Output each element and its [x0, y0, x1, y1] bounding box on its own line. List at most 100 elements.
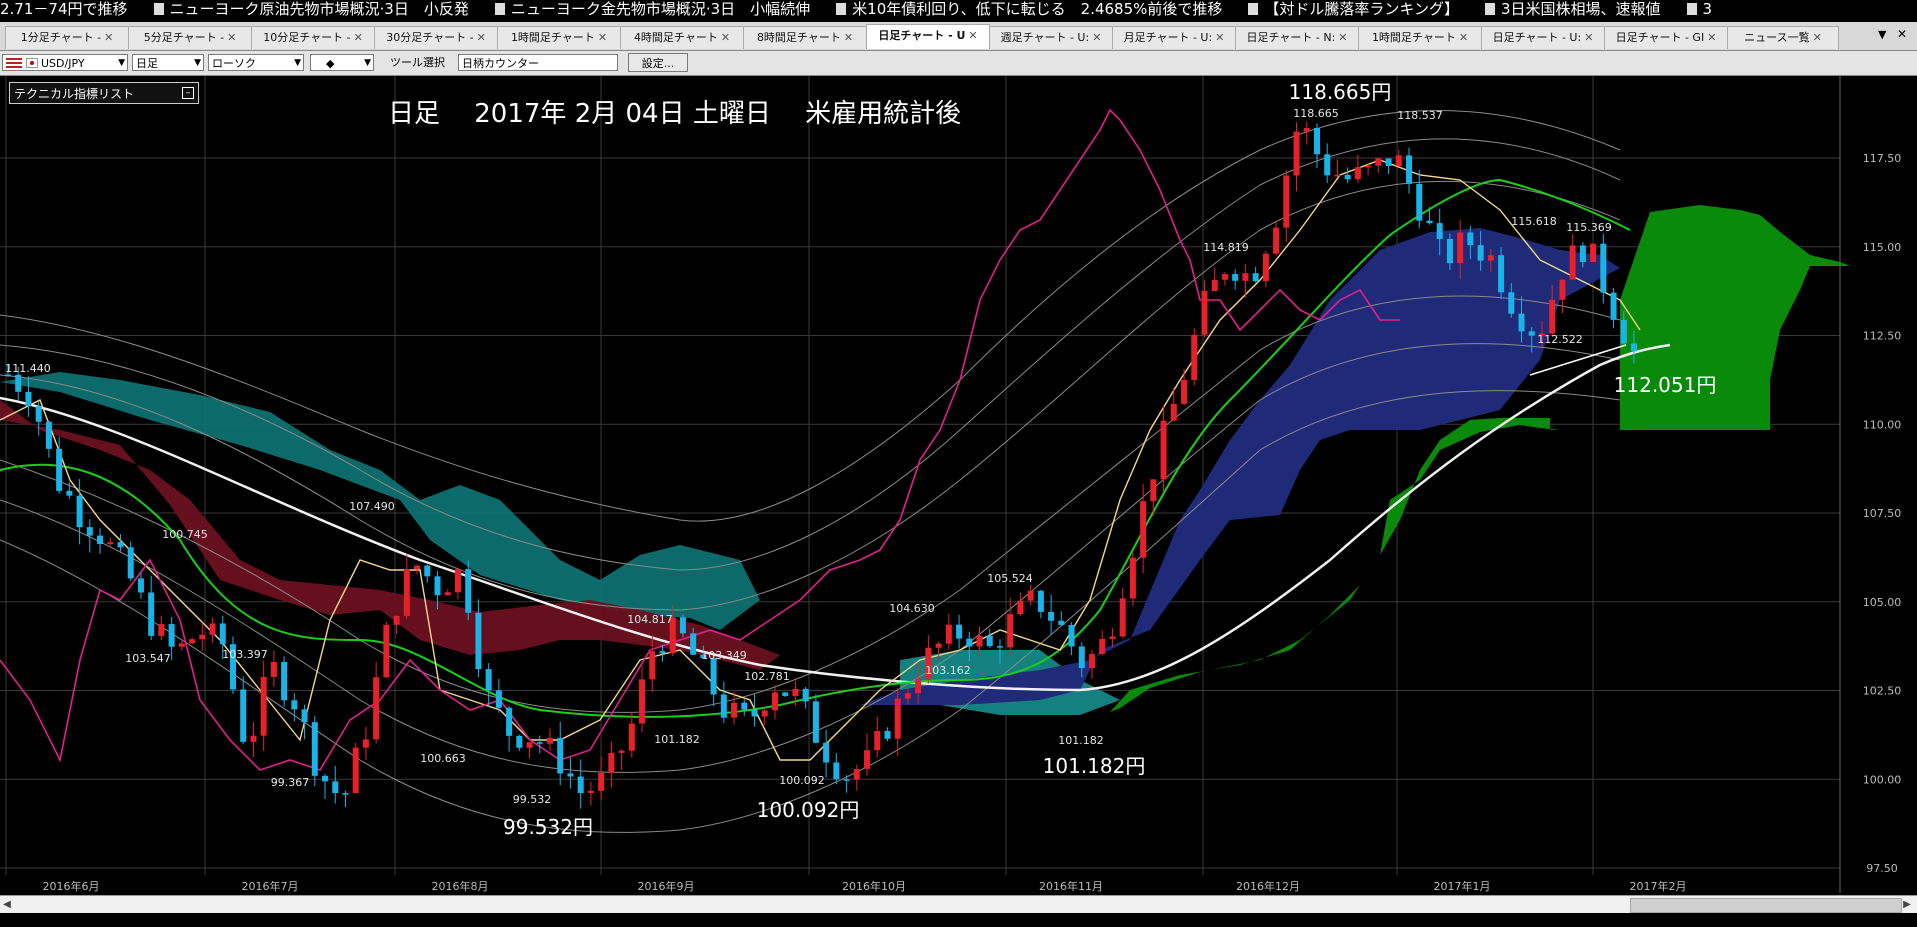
candle-body — [352, 747, 359, 794]
tab-1hour-chart-2[interactable]: 1時間足チャート ✕ — [1358, 26, 1482, 49]
y-tick-label: 110.00 — [1863, 418, 1902, 431]
candle-body — [506, 707, 513, 736]
candle-body — [1569, 245, 1576, 280]
tab-daily-chart-u2[interactable]: 日足チャート - U: ✕ — [1481, 26, 1605, 49]
tab-news-list[interactable]: ニュース一覧 ✕ — [1727, 26, 1839, 49]
candle-body — [1457, 232, 1464, 264]
ticker-item[interactable]: 米10年債利回り、低下に転じる 2.4685%前後で推移 — [852, 0, 1222, 18]
y-tick-label: 115.00 — [1863, 241, 1902, 254]
indicator-list-button[interactable]: テクニカル指標リスト – — [9, 82, 199, 104]
tab-10min-chart[interactable]: 10分足チャート - ✕ — [251, 26, 375, 49]
chart-title: 日足 2017年 2月 04日 土曜日 米雇用統計後 — [388, 99, 961, 129]
tab-daily-chart-gi[interactable]: 日足チャート - GI ✕ — [1604, 26, 1728, 49]
close-icon[interactable]: ✕ — [1707, 31, 1716, 44]
candle-body — [1324, 154, 1331, 176]
candle-body — [812, 701, 819, 743]
close-icon[interactable]: ✕ — [104, 31, 113, 44]
candle-body — [894, 698, 901, 739]
close-icon[interactable]: ✕ — [227, 31, 236, 44]
scroll-thumb[interactable] — [1630, 898, 1902, 913]
candle-body — [567, 773, 574, 777]
candle-body — [1467, 232, 1474, 246]
close-icon[interactable]: ✕ — [1215, 31, 1224, 44]
ticker-item[interactable]: ニューヨーク金先物市場概況·3日 小幅続伸 — [511, 0, 810, 18]
candle-body — [495, 690, 502, 708]
tab-5min-chart[interactable]: 5分足チャート - ✕ — [128, 26, 252, 49]
ticker-item[interactable]: ニューヨーク原油先物市場概況·3日 小反発 — [170, 0, 469, 18]
key-price-label: 118.665円 — [1289, 80, 1392, 104]
tab-menu-icon[interactable]: ▼ — [1878, 28, 1886, 41]
candle-body — [823, 742, 830, 763]
tab-1min-chart[interactable]: 1分足チャート - ✕ — [5, 26, 129, 49]
currency-pair-select[interactable]: USD/JPY ▼ — [2, 54, 128, 71]
close-icon[interactable]: ✕ — [1813, 31, 1822, 44]
close-icon[interactable]: ✕ — [1459, 31, 1468, 44]
close-icon[interactable]: ✕ — [844, 31, 853, 44]
candle-body — [598, 772, 605, 791]
tab-label: ニュース一覧 — [1744, 31, 1810, 44]
candle-body — [1262, 253, 1269, 282]
news-ticker[interactable]: 2.71－74円で推移 ニューヨーク原油先物市場概況·3日 小反発 ニューヨーク金先… — [0, 0, 1917, 18]
candle-body — [332, 781, 339, 794]
price-annotation: 111.440 — [5, 362, 51, 375]
candle-body — [1191, 334, 1198, 380]
candle-body — [322, 775, 329, 782]
chart-type-select[interactable]: ローソク ▼ — [208, 54, 304, 71]
chart-tab-bar: 1分足チャート - ✕ 5分足チャート - ✕ 10分足チャート - ✕ 30分足チャ… — [0, 22, 1917, 51]
ticker-item[interactable]: 3 — [1703, 0, 1713, 18]
candle-body — [1313, 127, 1320, 155]
close-window-icon[interactable]: ✕ — [1897, 27, 1907, 41]
candle-body — [444, 592, 451, 596]
ticker-item[interactable]: 3日米国株相場、速報値 — [1501, 0, 1661, 18]
close-icon[interactable]: ✕ — [1092, 31, 1101, 44]
candle-body — [1181, 379, 1188, 404]
candle-body — [1068, 624, 1075, 647]
x-tick-label: 2016年7月 — [242, 879, 299, 893]
y-tick-label: 112.50 — [1863, 330, 1902, 343]
tab-30min-chart[interactable]: 30分足チャート - ✕ — [374, 26, 498, 49]
tab-weekly-chart[interactable]: 週足チャート - U: ✕ — [989, 26, 1113, 49]
candle-body — [956, 624, 963, 639]
period-select[interactable]: 日足 ▼ — [132, 54, 204, 71]
close-icon[interactable]: ✕ — [968, 29, 977, 42]
candle-body — [270, 661, 277, 677]
close-icon[interactable]: ✕ — [1584, 31, 1593, 44]
price-annotation: 115.369 — [1566, 221, 1612, 234]
price-annotation: 115.618 — [1511, 215, 1557, 228]
tab-monthly-chart[interactable]: 月足チャート - U: ✕ — [1112, 26, 1236, 49]
close-icon[interactable]: ✕ — [354, 31, 363, 44]
candle-body — [107, 542, 114, 545]
candle-body — [1518, 313, 1525, 332]
candle-body — [833, 762, 840, 780]
tab-daily-chart-usdjpy[interactable]: 日足チャート - U ✕ — [866, 24, 990, 49]
news-document-icon — [1484, 3, 1495, 15]
tab-label: 日足チャート - U — [878, 29, 966, 42]
tool-select-field[interactable]: 日柄カウンター — [458, 54, 618, 71]
horizontal-scrollbar[interactable]: ◀ ▶ — [0, 895, 1917, 914]
news-document-icon — [836, 3, 847, 15]
tab-1hour-chart[interactable]: 1時間足チャート ✕ — [497, 26, 621, 49]
marker-select[interactable]: ◆ ▼ — [310, 54, 374, 71]
close-icon[interactable]: ✕ — [598, 31, 607, 44]
collapse-icon[interactable]: – — [182, 87, 194, 99]
close-icon[interactable]: ✕ — [477, 31, 486, 44]
candle-body — [1375, 158, 1382, 166]
ticker-item[interactable]: 2.71－74円で推移 — [0, 0, 128, 18]
settings-button[interactable]: 設定... — [628, 53, 688, 72]
candle-body — [628, 723, 635, 751]
price-chart[interactable]: 97.50 100.00 102.50 105.00 107.50 110.00 112.5… — [0, 76, 1917, 893]
close-icon[interactable]: ✕ — [1338, 31, 1347, 44]
tab-daily-chart-n[interactable]: 日足チャート - N: ✕ — [1235, 26, 1359, 49]
ticker-item[interactable]: 【対ドル騰落率ランキング】 — [1264, 0, 1459, 18]
candle-body — [291, 700, 298, 710]
tab-label: 8時間足チャート — [756, 31, 841, 44]
tab-label: 日足チャート - U: — [1492, 31, 1582, 44]
chevron-down-icon: ▼ — [294, 58, 301, 68]
tab-8hour-chart[interactable]: 8時間足チャート ✕ — [743, 26, 867, 49]
candle-body — [178, 643, 185, 647]
scroll-right-icon[interactable]: ▶ — [1900, 896, 1914, 914]
tab-4hour-chart[interactable]: 4時間足チャート ✕ — [620, 26, 744, 49]
scroll-left-icon[interactable]: ◀ — [0, 896, 14, 914]
close-icon[interactable]: ✕ — [721, 31, 730, 44]
price-annotation: 104.630 — [889, 602, 935, 615]
